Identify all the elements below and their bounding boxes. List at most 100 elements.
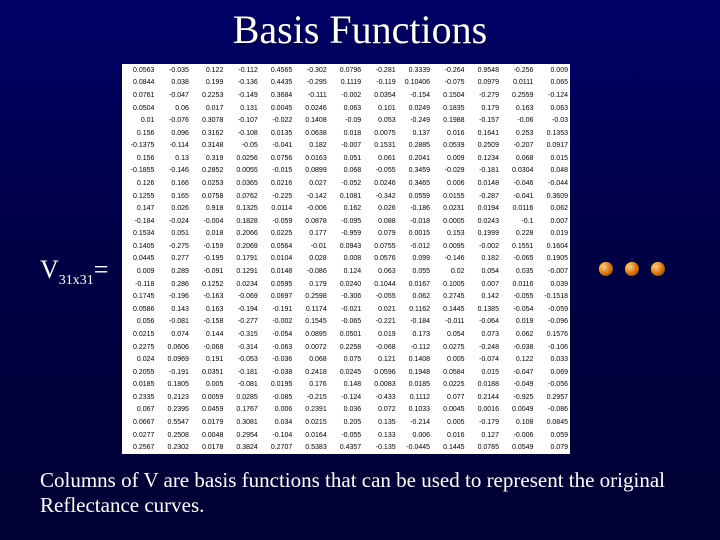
matrix-cell: 0.0016: [467, 404, 501, 417]
matrix-cell: -0.035: [156, 64, 190, 77]
matrix-row: 0.05860.1430.163-0.194-0.1910.1174-0.021…: [122, 303, 570, 316]
matrix-row: -0.1375-0.1140.3148-0.05-0.0410.182-0.00…: [122, 139, 570, 152]
matrix-cell: 0.0243: [467, 215, 501, 228]
matrix-cell: 0.054: [467, 265, 501, 278]
matrix-cell: 0.3339: [398, 64, 432, 77]
matrix-cell: 0.055: [398, 265, 432, 278]
matrix-row: 0.056-0.081-0.158-0.277-0.0020.1545-0.06…: [122, 316, 570, 329]
matrix-cell: 0.005: [432, 416, 466, 429]
matrix-cell: 0.061: [363, 152, 397, 165]
matrix-cell: 0.3609: [535, 190, 570, 203]
matrix-cell: 0.4357: [329, 441, 363, 454]
matrix-cell: 0.028: [294, 253, 328, 266]
matrix-cell: 0.018: [191, 228, 225, 241]
matrix-cell: 0.079: [535, 441, 570, 454]
matrix-cell: -0.163: [191, 290, 225, 303]
matrix-cell: -0.024: [156, 215, 190, 228]
matrix-cell: 0.069: [535, 366, 570, 379]
matrix-cell: 0.2258: [329, 341, 363, 354]
matrix-cell: 0.2567: [122, 441, 156, 454]
matrix-cell: 0.067: [122, 404, 156, 417]
matrix-cell: 0.0564: [260, 240, 294, 253]
matrix-cell: 0.137: [398, 127, 432, 140]
slide-title: Basis Functions: [0, 6, 720, 53]
matrix-cell: 0.2852: [191, 165, 225, 178]
matrix-cell: -0.065: [501, 253, 535, 266]
matrix-cell: 0.0253: [191, 177, 225, 190]
matrix-cell: 0.1504: [432, 89, 466, 102]
matrix-cell: 0.3078: [191, 114, 225, 127]
matrix-cell: 0.0045: [432, 404, 466, 417]
matrix-cell: -0.081: [156, 316, 190, 329]
matrix-cell: -0.221: [363, 316, 397, 329]
matrix-cell: 0.096: [156, 127, 190, 140]
matrix-cell: 0.019: [501, 316, 535, 329]
matrix-cell: -0.119: [363, 77, 397, 90]
matrix-row: 0.1260.1660.02530.03650.02160.027-0.0520…: [122, 177, 570, 190]
matrix-cell: -0.086: [535, 404, 570, 417]
matrix-row: 0.1470.0260.9180.13250.0114-0.0060.1620.…: [122, 202, 570, 215]
matrix-cell: 0.062: [501, 328, 535, 341]
matrix-cell: -0.002: [467, 240, 501, 253]
matrix-cell: 0.176: [294, 378, 328, 391]
matrix-cell: -0.064: [467, 316, 501, 329]
matrix-cell: 0.033: [535, 353, 570, 366]
matrix-row: 0.01-0.0760.3078-0.107-0.0220.1408-0.090…: [122, 114, 570, 127]
matrix-cell: 0.179: [294, 278, 328, 291]
matrix-cell: 0.1234: [467, 152, 501, 165]
matrix-cell: -0.149: [225, 89, 259, 102]
matrix-cell: 0.1445: [432, 303, 466, 316]
matrix-cell: -0.012: [398, 240, 432, 253]
matrix-cell: 0.0116: [501, 278, 535, 291]
matrix-cell: 0.2559: [501, 89, 535, 102]
matrix-cell: 0.0979: [467, 77, 501, 90]
matrix-cell: 0.006: [432, 177, 466, 190]
matrix-cell: 0.034: [260, 416, 294, 429]
matrix-cell: 0.065: [535, 77, 570, 90]
matrix-cell: 0.0164: [294, 429, 328, 442]
matrix-row: 0.15340.0510.0180.20660.02250.177-0.9590…: [122, 228, 570, 241]
matrix-cell: -0.059: [535, 303, 570, 316]
matrix-cell: -0.021: [329, 303, 363, 316]
matrix-cell: 0.0234: [225, 278, 259, 291]
matrix-cell: 0.122: [191, 64, 225, 77]
matrix-cell: -0.055: [363, 290, 397, 303]
matrix-cell: 0.0005: [432, 215, 466, 228]
matrix-cell: 0.0015: [398, 228, 432, 241]
matrix-cell: 0.0459: [191, 404, 225, 417]
matrix-cell: 0.015: [467, 366, 501, 379]
matrix-cell: -0.011: [432, 316, 466, 329]
matrix-cell: 0.0969: [156, 353, 190, 366]
matrix-cell: 0.1805: [156, 378, 190, 391]
dot-icon: [625, 262, 639, 276]
matrix-cell: -0.135: [363, 441, 397, 454]
matrix-cell: -0.248: [467, 341, 501, 354]
matrix-cell: 0.0365: [225, 177, 259, 190]
matrix-cell: 0.026: [363, 202, 397, 215]
matrix-row: 0.2055-0.1910.0351-0.181-0.0380.24180.02…: [122, 366, 570, 379]
matrix-cell: 0.0075: [363, 127, 397, 140]
matrix-cell: 0.068: [501, 152, 535, 165]
matrix-cell: 0.142: [467, 290, 501, 303]
matrix-cell: 0.0595: [260, 278, 294, 291]
matrix-cell: 0.039: [535, 278, 570, 291]
matrix-cell: 0.1044: [363, 278, 397, 291]
matrix-cell: 0.072: [363, 404, 397, 417]
matrix-cell: 0.074: [156, 328, 190, 341]
matrix-cell: 0.205: [329, 416, 363, 429]
matrix-cell: -0.925: [501, 391, 535, 404]
matrix-cell: 0.2066: [225, 228, 259, 241]
matrix-row: 0.0670.23950.04590.17670.0060.23910.0360…: [122, 404, 570, 417]
matrix-cell: 0.0216: [260, 177, 294, 190]
matrix-cell: 0.006: [398, 429, 432, 442]
matrix-cell: 0.1948: [398, 366, 432, 379]
matrix-cell: 0.009: [122, 265, 156, 278]
matrix-cell: -0.195: [191, 253, 225, 266]
matrix-cell: 0.1905: [535, 253, 570, 266]
matrix-cell: 0.0596: [363, 366, 397, 379]
matrix-cell: 0.122: [501, 353, 535, 366]
matrix-cell: 0.918: [191, 202, 225, 215]
matrix-cell: 0.038: [156, 77, 190, 90]
matrix-cell: 0.0761: [122, 89, 156, 102]
matrix-cell: -0.104: [260, 429, 294, 442]
